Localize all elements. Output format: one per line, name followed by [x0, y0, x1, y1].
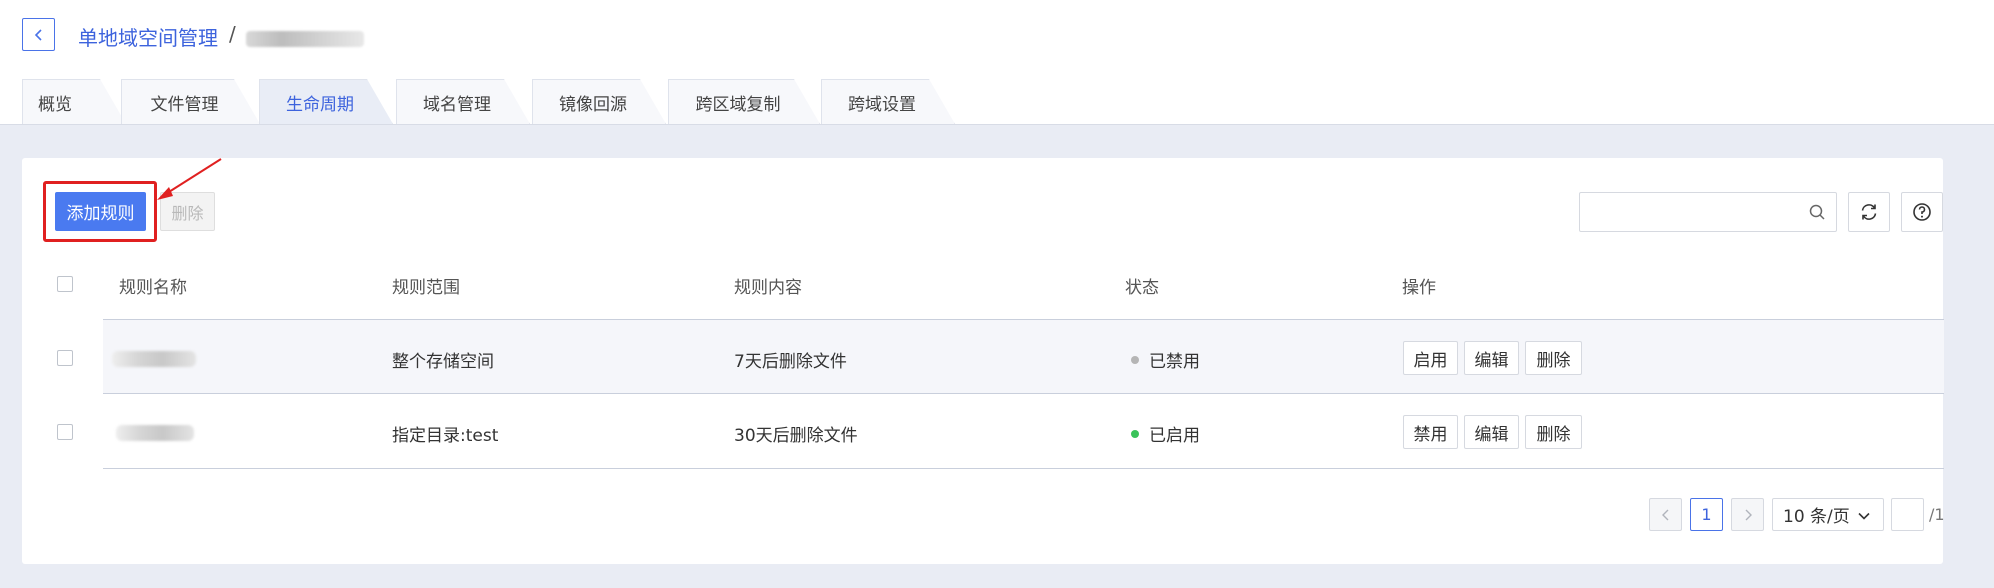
status-dot-icon — [1131, 430, 1139, 438]
help-icon — [1913, 203, 1931, 221]
disable-button[interactable]: 禁用 — [1403, 415, 1458, 449]
breadcrumb-current-redacted — [246, 31, 364, 47]
enable-button[interactable]: 启用 — [1403, 341, 1458, 375]
edit-button[interactable]: 编辑 — [1464, 341, 1519, 375]
refresh-icon — [1861, 204, 1877, 220]
page-size-select[interactable]: 10 条/页 — [1772, 498, 1884, 531]
page-number-current[interactable]: 1 — [1690, 498, 1723, 531]
next-page-button[interactable] — [1731, 498, 1764, 531]
rule-scope: 指定目录:test — [392, 426, 499, 446]
rule-name-redacted — [112, 351, 196, 367]
rule-scope: 整个存储空间 — [392, 352, 494, 372]
column-header-actions: 操作 — [1402, 278, 1436, 298]
select-all-checkbox[interactable] — [57, 276, 73, 292]
rule-content: 7天后删除文件 — [734, 352, 847, 372]
delete-row-button[interactable]: 删除 — [1525, 415, 1582, 449]
prev-page-button[interactable] — [1649, 498, 1682, 531]
back-button[interactable] — [22, 18, 55, 51]
chevron-down-icon — [1858, 512, 1870, 520]
chevron-left-icon — [1661, 509, 1668, 520]
search-icon[interactable] — [1808, 203, 1826, 221]
status-badge: 已禁用 — [1131, 347, 1200, 372]
rule-content: 30天后删除文件 — [734, 426, 858, 446]
rule-name-redacted — [116, 425, 194, 441]
page-size-value: 10 条/页 — [1783, 507, 1850, 527]
column-header-status: 状态 — [1125, 278, 1159, 298]
search-input[interactable] — [1579, 192, 1837, 232]
row-checkbox[interactable] — [57, 350, 73, 366]
delete-row-button[interactable]: 删除 — [1525, 341, 1582, 375]
row-checkbox[interactable] — [57, 424, 73, 440]
status-badge: 已启用 — [1131, 421, 1200, 446]
status-text: 已禁用 — [1149, 352, 1200, 372]
column-header-rule-scope: 规则范围 — [392, 278, 460, 298]
breadcrumb-parent-link[interactable]: 单地域空间管理 — [78, 22, 218, 51]
delete-button[interactable]: 删除 — [160, 192, 215, 231]
add-rule-button[interactable]: 添加规则 — [55, 192, 146, 231]
page-jump-input[interactable] — [1891, 498, 1924, 531]
table-row — [103, 395, 1944, 469]
column-header-rule-content: 规则内容 — [734, 278, 802, 298]
chevron-left-icon — [34, 28, 42, 41]
refresh-button[interactable] — [1848, 192, 1890, 232]
help-button[interactable] — [1901, 192, 1943, 232]
status-dot-icon — [1131, 356, 1139, 364]
edit-button[interactable]: 编辑 — [1464, 415, 1519, 449]
breadcrumb-separator: / — [229, 22, 236, 46]
tab-cross-region-replication[interactable]: 跨区域复制 — [668, 79, 820, 124]
column-header-rule-name: 规则名称 — [119, 278, 187, 298]
chevron-right-icon — [1745, 509, 1752, 520]
table-row — [103, 320, 1944, 394]
page-total: /1 — [1929, 505, 1945, 524]
status-text: 已启用 — [1149, 426, 1200, 446]
